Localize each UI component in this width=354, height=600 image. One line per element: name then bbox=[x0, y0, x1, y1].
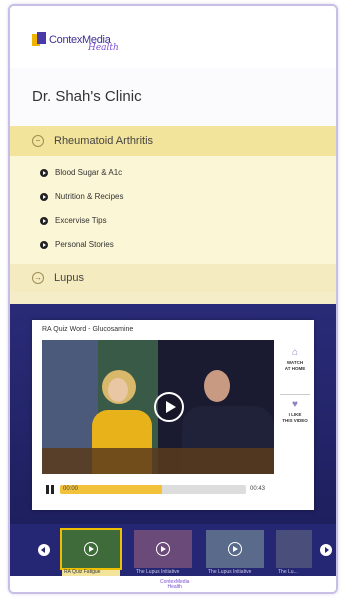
watch-at-home-button[interactable]: ⌂ WATCH AT HOME bbox=[280, 348, 310, 372]
thumb-image bbox=[276, 530, 312, 568]
submenu-item-label: Excervise Tips bbox=[55, 216, 107, 225]
pause-icon[interactable] bbox=[46, 485, 54, 494]
contexmedia-logo[interactable]: ContexMedia Health bbox=[32, 32, 119, 53]
submenu-item-nutrition[interactable]: Nutrition & Recipes bbox=[40, 192, 123, 201]
logo-subtext: Health bbox=[88, 43, 119, 53]
play-icon bbox=[84, 542, 98, 556]
thumb-caption: The Lu... bbox=[278, 569, 298, 575]
play-bullet-icon bbox=[40, 168, 48, 177]
carousel-thumb[interactable]: The Lupus Initiative bbox=[206, 530, 264, 576]
duration-time: 00:43 bbox=[250, 486, 266, 492]
footer: ContexMedia Health bbox=[10, 576, 336, 592]
submenu-item-personal-stories[interactable]: Personal Stories bbox=[40, 240, 114, 249]
carousel-thumb[interactable]: The Lupus Initiative bbox=[134, 530, 192, 576]
footer-logo-line-2: Health bbox=[167, 584, 182, 590]
carousel-next-arrow-icon[interactable] bbox=[320, 544, 332, 556]
video-carousel: RA Quiz Fatigue The Lupus Initiative The… bbox=[10, 524, 336, 576]
section-label: Lupus bbox=[54, 272, 84, 284]
play-bullet-icon bbox=[40, 216, 48, 225]
play-bullet-icon bbox=[40, 192, 48, 201]
play-icon[interactable] bbox=[154, 392, 184, 422]
heart-icon: ♥ bbox=[292, 399, 298, 410]
like-label-1: I LIKE bbox=[288, 412, 302, 417]
footer-logo: ContexMedia Health bbox=[160, 580, 189, 590]
watch-at-home-label-1: WATCH bbox=[286, 360, 304, 365]
play-icon bbox=[156, 542, 170, 556]
submenu-item-label: Nutrition & Recipes bbox=[55, 192, 124, 201]
like-label-2: THIS VIDEO bbox=[282, 418, 308, 423]
carousel-thumb[interactable]: RA Quiz Fatigue bbox=[60, 528, 122, 576]
carousel-prev-arrow-icon[interactable] bbox=[38, 544, 50, 556]
submenu-item-exercise[interactable]: Excervise Tips bbox=[40, 216, 107, 225]
submenu-item-label: Personal Stories bbox=[55, 240, 114, 249]
carousel-thumb[interactable]: The Lu... bbox=[276, 530, 312, 576]
collapse-icon: − bbox=[32, 135, 44, 147]
expand-icon: → bbox=[32, 272, 44, 284]
submenu-item-blood-sugar[interactable]: Blood Sugar & A1c bbox=[40, 168, 122, 177]
section-lupus[interactable]: → Lupus bbox=[10, 264, 336, 292]
page-title: Dr. Shah's Clinic bbox=[32, 88, 142, 105]
thumb-caption: The Lupus Initiative bbox=[208, 569, 252, 575]
thumb-image bbox=[60, 528, 122, 570]
watch-at-home-label-2: AT HOME bbox=[284, 366, 306, 371]
logo-mark-icon bbox=[32, 32, 46, 48]
elapsed-time: 00:00 bbox=[63, 486, 79, 492]
tablet-frame: ContexMedia Health Dr. Shah's Clinic − R… bbox=[8, 4, 338, 594]
seek-bar[interactable]: 00:00 bbox=[60, 485, 246, 494]
submenu: Blood Sugar & A1c Nutrition & Recipes Ex… bbox=[10, 156, 336, 264]
video-title: RA Quiz Word - Glucosamine bbox=[42, 326, 134, 333]
thumb-image bbox=[134, 530, 192, 568]
play-icon bbox=[228, 542, 242, 556]
thumb-image bbox=[206, 530, 264, 568]
video-frame[interactable] bbox=[42, 340, 274, 474]
section-label: Rheumatoid Arthritis bbox=[54, 135, 154, 147]
like-video-button[interactable]: ♥ I LIKE THIS VIDEO bbox=[280, 400, 310, 424]
section-rheumatoid-arthritis[interactable]: − Rheumatoid Arthritis bbox=[10, 126, 336, 156]
video-controls: 00:00 00:43 bbox=[42, 476, 274, 502]
divider bbox=[280, 394, 310, 395]
submenu-item-label: Blood Sugar & A1c bbox=[55, 168, 123, 177]
header: ContexMedia Health bbox=[10, 6, 336, 68]
video-modal: RA Quiz Word - Glucosamine 00:00 00:43 ⌂… bbox=[32, 320, 314, 510]
play-bullet-icon bbox=[40, 240, 48, 249]
thumb-caption: RA Quiz Fatigue bbox=[64, 569, 101, 575]
thumb-caption: The Lupus Initiative bbox=[136, 569, 180, 575]
home-icon: ⌂ bbox=[291, 347, 299, 358]
